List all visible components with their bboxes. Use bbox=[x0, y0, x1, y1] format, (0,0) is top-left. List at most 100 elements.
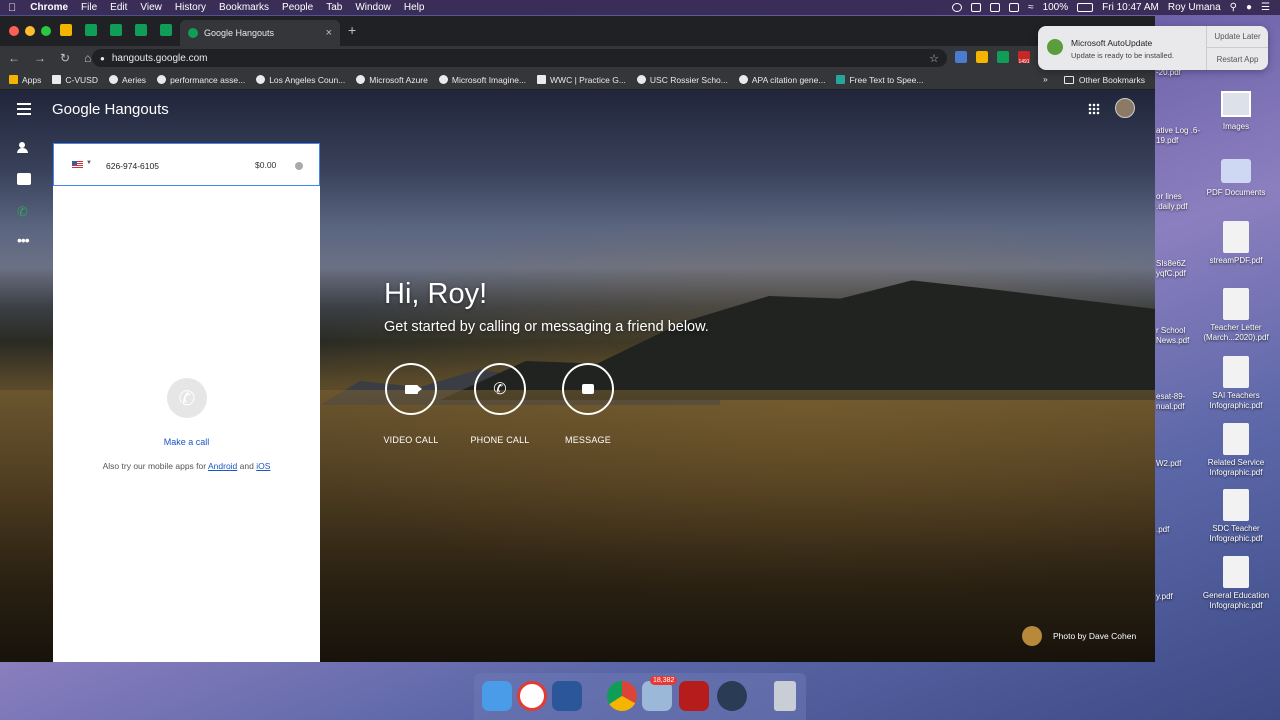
menu-edit[interactable]: Edit bbox=[110, 2, 127, 13]
android-link[interactable]: Android bbox=[208, 461, 237, 471]
record-icon[interactable] bbox=[952, 3, 963, 12]
trash-icon[interactable] bbox=[774, 681, 796, 711]
phone-calls-icon[interactable]: ✆ bbox=[17, 205, 31, 218]
desktop-icon-related-service[interactable]: Related Service Infographic.pdf bbox=[1193, 423, 1279, 478]
other-bookmarks[interactable]: Other Bookmarks bbox=[1063, 75, 1145, 85]
zoom-window-button[interactable] bbox=[41, 26, 51, 36]
bookmark-los-angeles[interactable]: Los Angeles Coun... bbox=[256, 75, 345, 85]
address-bar[interactable]: ● hangouts.google.com ☆ bbox=[92, 49, 947, 67]
bookmark-apa[interactable]: APA citation gene... bbox=[738, 75, 825, 85]
autoupdate-notification[interactable]: Microsoft AutoUpdate Update is ready to … bbox=[1038, 26, 1268, 70]
pinned-tab-slides-icon[interactable] bbox=[60, 24, 72, 36]
desktop-icon-partial[interactable]: or lines .daily.pdf bbox=[1156, 192, 1206, 212]
new-tab-button[interactable]: + bbox=[348, 22, 356, 38]
clock[interactable]: Fri 10:47 AM bbox=[1102, 2, 1159, 13]
desktop-icon-partial[interactable]: ative Log .6-19.pdf bbox=[1156, 126, 1206, 146]
bookmark-text-to-speech[interactable]: Free Text to Spee... bbox=[836, 75, 923, 85]
quicktime-icon[interactable] bbox=[717, 681, 747, 711]
message-icon[interactable] bbox=[562, 363, 614, 415]
close-tab-icon[interactable]: × bbox=[326, 27, 332, 39]
conversations-icon[interactable] bbox=[17, 173, 31, 185]
forward-icon[interactable]: → bbox=[34, 51, 46, 65]
update-later-button[interactable]: Update Later bbox=[1206, 26, 1268, 48]
menu-help[interactable]: Help bbox=[404, 2, 425, 13]
desktop-icon-partial[interactable]: W2.pdf bbox=[1156, 459, 1206, 469]
ios-link[interactable]: iOS bbox=[256, 461, 270, 471]
tab-google-hangouts[interactable]: Google Hangouts × bbox=[180, 20, 340, 46]
reload-icon[interactable]: ↻ bbox=[60, 51, 70, 65]
extension-icon[interactable] bbox=[955, 51, 967, 63]
menu-file[interactable]: File bbox=[81, 2, 97, 13]
bookmark-c-vusd[interactable]: C-VUSD bbox=[52, 75, 98, 85]
word-icon[interactable] bbox=[552, 681, 582, 711]
brand-logo[interactable]: Google Hangouts bbox=[52, 101, 169, 118]
us-flag-icon[interactable] bbox=[72, 161, 83, 168]
desktop-icon-partial[interactable]: y.pdf bbox=[1156, 592, 1206, 602]
pinned-tab-sheets-icon[interactable] bbox=[135, 24, 147, 36]
menu-tab[interactable]: Tab bbox=[326, 2, 342, 13]
bookmark-wwc[interactable]: WWC | Practice G... bbox=[537, 75, 626, 85]
phone-number-input[interactable] bbox=[106, 158, 246, 174]
news-icon[interactable] bbox=[517, 681, 547, 711]
menu-history[interactable]: History bbox=[175, 2, 206, 13]
bookmark-imagine[interactable]: Microsoft Imagine... bbox=[438, 75, 526, 85]
desktop-icon-partial[interactable]: SIs8e6Z yqfC.pdf bbox=[1156, 259, 1206, 279]
drive-extension-icon[interactable] bbox=[976, 51, 988, 63]
desktop-icon-sdc-teacher[interactable]: SDC Teacher Infographic.pdf bbox=[1193, 489, 1279, 544]
chrome-icon[interactable] bbox=[607, 681, 637, 711]
phone-call-button[interactable]: ✆ PHONE CALL bbox=[460, 363, 540, 445]
apple-menu-icon[interactable]:  bbox=[8, 2, 16, 14]
mail-app-icon[interactable] bbox=[642, 681, 672, 711]
bookmark-azure[interactable]: Microsoft Azure bbox=[356, 75, 428, 85]
photo-credit[interactable]: Photo by Dave Cohen bbox=[1022, 626, 1136, 646]
pinned-tab-sheets-icon[interactable] bbox=[110, 24, 122, 36]
desktop-icon-partial[interactable]: r School News.pdf bbox=[1156, 326, 1206, 346]
menu-view[interactable]: View bbox=[140, 2, 162, 13]
video-camera-icon[interactable] bbox=[385, 363, 437, 415]
display-icon[interactable] bbox=[990, 3, 1001, 12]
wifi-icon[interactable]: ≈ bbox=[1028, 2, 1034, 13]
menu-people[interactable]: People bbox=[282, 2, 313, 13]
bookmark-star-icon[interactable]: ☆ bbox=[929, 52, 939, 65]
menu-app-name[interactable]: Chrome bbox=[30, 2, 68, 13]
bookmark-usc[interactable]: USC Rossier Scho... bbox=[636, 75, 728, 85]
video-call-button[interactable]: VIDEO CALL bbox=[371, 363, 451, 445]
bluetooth-icon[interactable] bbox=[1009, 3, 1020, 12]
extension-icon[interactable] bbox=[997, 51, 1009, 63]
more-options-icon[interactable]: ••• bbox=[17, 233, 31, 249]
user-name[interactable]: Roy Umana bbox=[1168, 2, 1221, 13]
desktop-icon-partial[interactable]: esat-89- nual.pdf bbox=[1156, 392, 1206, 412]
avatar[interactable] bbox=[1115, 98, 1135, 118]
spotlight-icon[interactable]: ⚲ bbox=[1230, 2, 1237, 13]
contacts-icon[interactable] bbox=[17, 142, 31, 154]
acrobat-icon[interactable] bbox=[679, 681, 709, 711]
lock-icon[interactable]: ● bbox=[100, 54, 105, 63]
desktop-icon-partial[interactable]: .pdf bbox=[1156, 525, 1206, 535]
restart-app-button[interactable]: Restart App bbox=[1206, 48, 1268, 70]
menu-bookmarks[interactable]: Bookmarks bbox=[219, 2, 269, 13]
siri-icon[interactable]: ● bbox=[1246, 2, 1252, 13]
menu-icon[interactable] bbox=[17, 103, 31, 115]
bookmarks-overflow-icon[interactable]: » bbox=[1043, 74, 1048, 84]
menu-window[interactable]: Window bbox=[355, 2, 391, 13]
pinned-tab-sheets-icon[interactable] bbox=[85, 24, 97, 36]
message-button[interactable]: MESSAGE bbox=[548, 363, 628, 445]
chevron-down-icon[interactable]: ▼ bbox=[86, 160, 92, 166]
phone-icon[interactable]: ✆ bbox=[474, 363, 526, 415]
battery-icon[interactable] bbox=[1077, 3, 1094, 12]
desktop-icon-general-education[interactable]: General Education Infographic.pdf bbox=[1193, 556, 1279, 611]
clear-input-icon[interactable] bbox=[295, 162, 303, 170]
mail-extension-icon[interactable]: 1491 bbox=[1018, 51, 1030, 65]
bookmark-aeries[interactable]: Aeries bbox=[108, 75, 146, 85]
pinned-tab-sheets-icon[interactable] bbox=[160, 24, 172, 36]
bookmark-performance[interactable]: performance asse... bbox=[157, 75, 245, 85]
close-window-button[interactable] bbox=[9, 26, 19, 36]
apps-grid-icon[interactable] bbox=[1088, 103, 1100, 115]
notification-center-icon[interactable]: ☰ bbox=[1261, 2, 1270, 13]
cloud-icon[interactable] bbox=[971, 3, 982, 12]
finder-icon[interactable] bbox=[482, 681, 512, 711]
back-icon[interactable]: ← bbox=[8, 51, 20, 65]
bookmark-apps[interactable]: Apps bbox=[9, 75, 41, 85]
home-icon[interactable]: ⌂ bbox=[84, 51, 91, 65]
make-call-link[interactable]: Make a call bbox=[53, 437, 320, 447]
